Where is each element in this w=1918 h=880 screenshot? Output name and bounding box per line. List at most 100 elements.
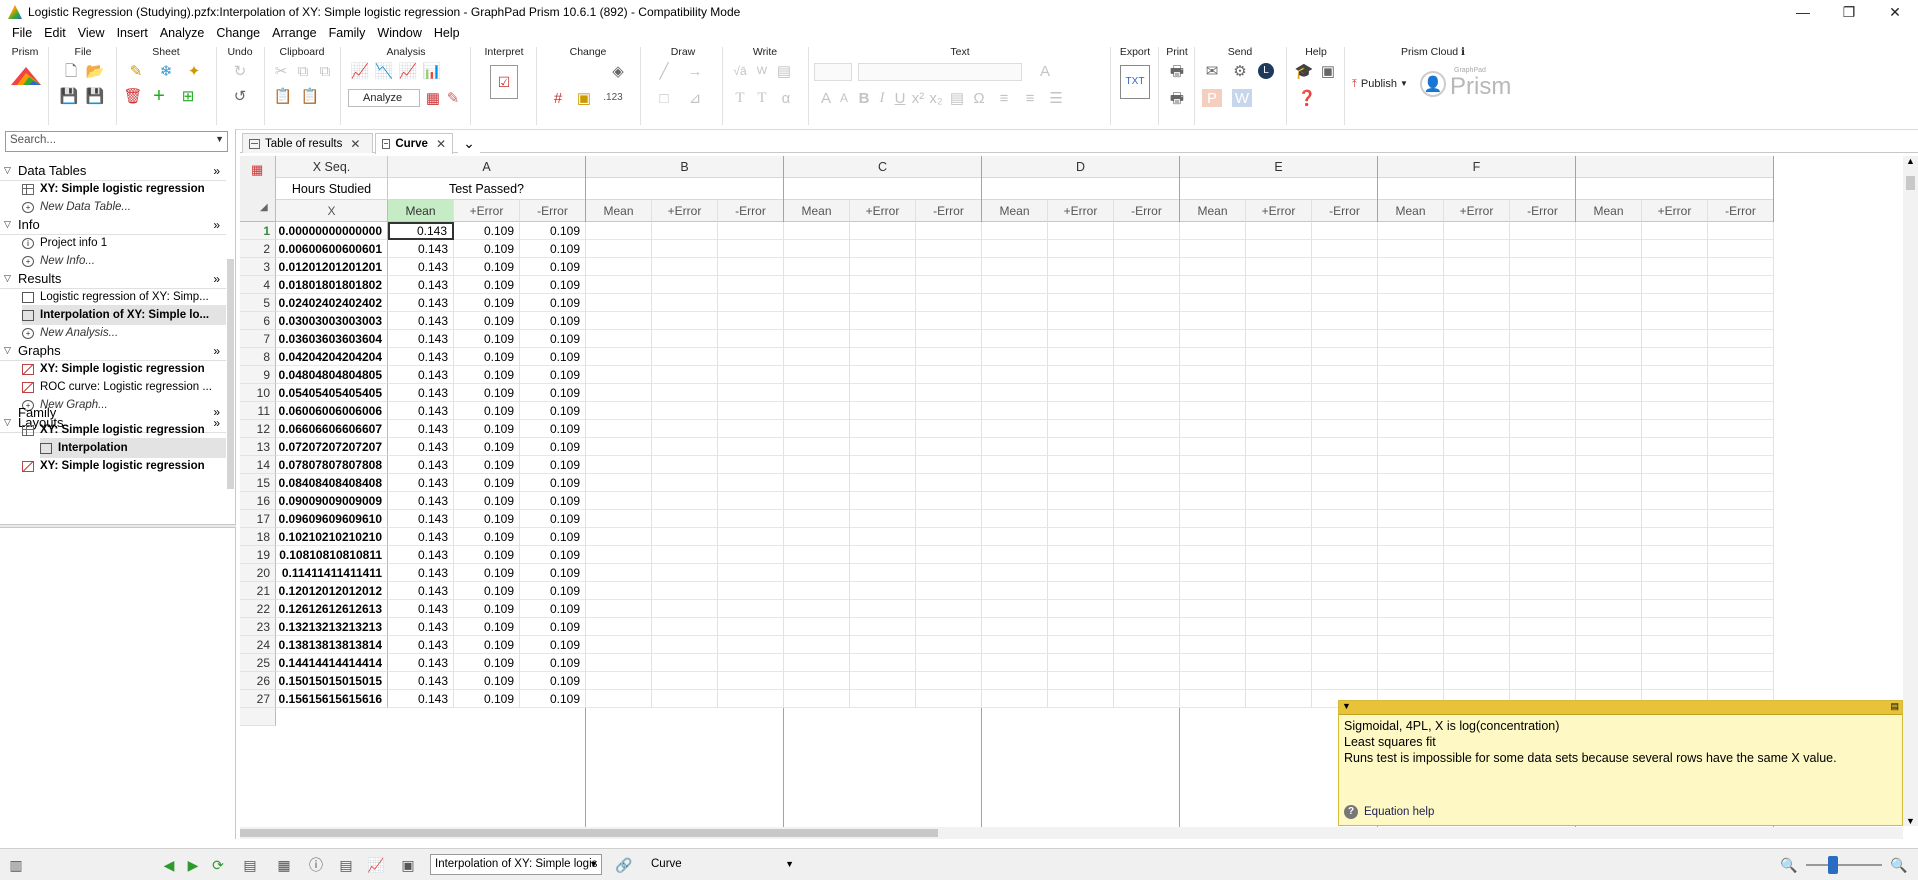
empty-cell[interactable] bbox=[1312, 240, 1378, 258]
empty-cell[interactable] bbox=[850, 564, 916, 582]
data-cell[interactable]: 0.143 bbox=[388, 492, 454, 510]
x-value-cell[interactable]: 0.02402402402402 bbox=[276, 294, 388, 312]
empty-cell[interactable] bbox=[1180, 672, 1246, 690]
empty-cell[interactable] bbox=[1246, 222, 1312, 240]
empty-cell[interactable] bbox=[1048, 438, 1114, 456]
empty-cell[interactable] bbox=[850, 546, 916, 564]
tab-close-icon[interactable]: ✕ bbox=[436, 137, 446, 151]
empty-cell[interactable] bbox=[982, 402, 1048, 420]
align-center-icon[interactable]: ≡ bbox=[1018, 89, 1042, 107]
draw-shape-icon[interactable]: □ bbox=[652, 89, 676, 107]
empty-cell[interactable] bbox=[1444, 330, 1510, 348]
row-number[interactable]: 25 bbox=[240, 654, 276, 672]
empty-cell[interactable] bbox=[1444, 654, 1510, 672]
empty-cell[interactable] bbox=[916, 528, 982, 546]
row-number[interactable]: 2 bbox=[240, 240, 276, 258]
empty-cell[interactable] bbox=[1312, 402, 1378, 420]
empty-cell[interactable] bbox=[1642, 474, 1708, 492]
data-cell[interactable]: 0.109 bbox=[454, 366, 520, 384]
row-number[interactable]: 13 bbox=[240, 438, 276, 456]
empty-cell[interactable] bbox=[1048, 258, 1114, 276]
empty-cell[interactable] bbox=[916, 240, 982, 258]
empty-cell[interactable] bbox=[1312, 330, 1378, 348]
row-number[interactable]: 18 bbox=[240, 528, 276, 546]
data-cell[interactable]: 0.143 bbox=[388, 402, 454, 420]
nav-section-data-tables[interactable]: ▽ Data Tables » bbox=[0, 161, 226, 181]
empty-cell[interactable] bbox=[784, 474, 850, 492]
empty-cell[interactable] bbox=[850, 222, 916, 240]
empty-cell[interactable] bbox=[1642, 528, 1708, 546]
empty-cell[interactable] bbox=[1576, 492, 1642, 510]
empty-cell[interactable] bbox=[1312, 582, 1378, 600]
empty-cell[interactable] bbox=[1246, 384, 1312, 402]
empty-cell[interactable] bbox=[1378, 600, 1444, 618]
empty-cell[interactable] bbox=[916, 438, 982, 456]
empty-cell[interactable] bbox=[1576, 438, 1642, 456]
empty-cell[interactable] bbox=[1378, 258, 1444, 276]
row-number[interactable]: 7 bbox=[240, 330, 276, 348]
empty-cell[interactable] bbox=[586, 546, 652, 564]
empty-cell[interactable] bbox=[1576, 240, 1642, 258]
x-value-cell[interactable]: 0.03603603603604 bbox=[276, 330, 388, 348]
nav-item[interactable]: Interpolation of XY: Simple lo... bbox=[22, 305, 226, 325]
sheet-selector-combo[interactable]: Interpolation of XY: Simple logis ▼ bbox=[430, 854, 602, 875]
grid-view-icon[interactable]: ▦ bbox=[274, 856, 294, 874]
empty-cell[interactable] bbox=[1642, 384, 1708, 402]
empty-cell[interactable] bbox=[1708, 600, 1774, 618]
font-size-combo[interactable] bbox=[814, 63, 852, 81]
empty-cell[interactable] bbox=[982, 258, 1048, 276]
empty-cell[interactable] bbox=[1510, 474, 1576, 492]
data-cell[interactable]: 0.109 bbox=[520, 402, 586, 420]
empty-cell[interactable] bbox=[1246, 474, 1312, 492]
empty-cell[interactable] bbox=[982, 636, 1048, 654]
font-color-icon[interactable]: A bbox=[1032, 62, 1058, 80]
publish-button[interactable]: ⤒ Publish ▼ bbox=[1352, 75, 1416, 93]
navigator-splitter[interactable] bbox=[0, 524, 236, 528]
data-cell[interactable]: 0.143 bbox=[388, 672, 454, 690]
nav-section-results[interactable]: ▽ Results » bbox=[0, 269, 226, 289]
export-icon[interactable]: TXT bbox=[1120, 65, 1150, 99]
empty-cell[interactable] bbox=[1180, 654, 1246, 672]
empty-cell[interactable] bbox=[1576, 258, 1642, 276]
italic-icon[interactable]: I bbox=[874, 89, 890, 107]
empty-cell[interactable] bbox=[982, 672, 1048, 690]
empty-cell[interactable] bbox=[1180, 546, 1246, 564]
empty-cell[interactable] bbox=[1444, 276, 1510, 294]
empty-cell[interactable] bbox=[586, 330, 652, 348]
empty-cell[interactable] bbox=[784, 690, 850, 708]
empty-cell[interactable] bbox=[784, 240, 850, 258]
empty-cell[interactable] bbox=[1642, 672, 1708, 690]
menu-window[interactable]: Window bbox=[371, 24, 427, 43]
empty-cell[interactable] bbox=[1312, 456, 1378, 474]
decimal-format-icon[interactable]: .123 bbox=[600, 89, 626, 107]
empty-cell[interactable] bbox=[1180, 456, 1246, 474]
go-to-sheet-icon[interactable]: ⟳ bbox=[208, 856, 228, 874]
empty-cell[interactable] bbox=[850, 420, 916, 438]
empty-cell[interactable] bbox=[586, 582, 652, 600]
empty-cell[interactable] bbox=[916, 456, 982, 474]
superscript-icon[interactable]: x² bbox=[910, 89, 926, 107]
empty-cell[interactable] bbox=[1642, 330, 1708, 348]
data-cell[interactable]: 0.109 bbox=[520, 528, 586, 546]
empty-cell[interactable] bbox=[784, 222, 850, 240]
family-item[interactable]: Interpolation bbox=[40, 438, 226, 458]
empty-cell[interactable] bbox=[784, 420, 850, 438]
expand-section-icon[interactable]: » bbox=[213, 272, 220, 286]
empty-cell[interactable] bbox=[1312, 222, 1378, 240]
empty-cell[interactable] bbox=[718, 348, 784, 366]
menu-family[interactable]: Family bbox=[323, 24, 372, 43]
empty-cell[interactable] bbox=[850, 348, 916, 366]
data-cell[interactable]: 0.109 bbox=[454, 510, 520, 528]
empty-cell[interactable] bbox=[1510, 618, 1576, 636]
redo-icon[interactable]: ↻ bbox=[228, 62, 252, 80]
empty-cell[interactable] bbox=[1444, 312, 1510, 330]
x-value-cell[interactable]: 0.09609609609610 bbox=[276, 510, 388, 528]
zoom-slider-track[interactable] bbox=[1806, 864, 1882, 866]
copy-icon[interactable]: ⧉ bbox=[294, 62, 312, 80]
empty-cell[interactable] bbox=[1576, 366, 1642, 384]
help-question-icon[interactable]: ❓ bbox=[1296, 89, 1318, 107]
empty-cell[interactable] bbox=[1114, 348, 1180, 366]
empty-cell[interactable] bbox=[1114, 456, 1180, 474]
data-cell[interactable]: 0.109 bbox=[520, 438, 586, 456]
data-cell[interactable]: 0.109 bbox=[454, 294, 520, 312]
